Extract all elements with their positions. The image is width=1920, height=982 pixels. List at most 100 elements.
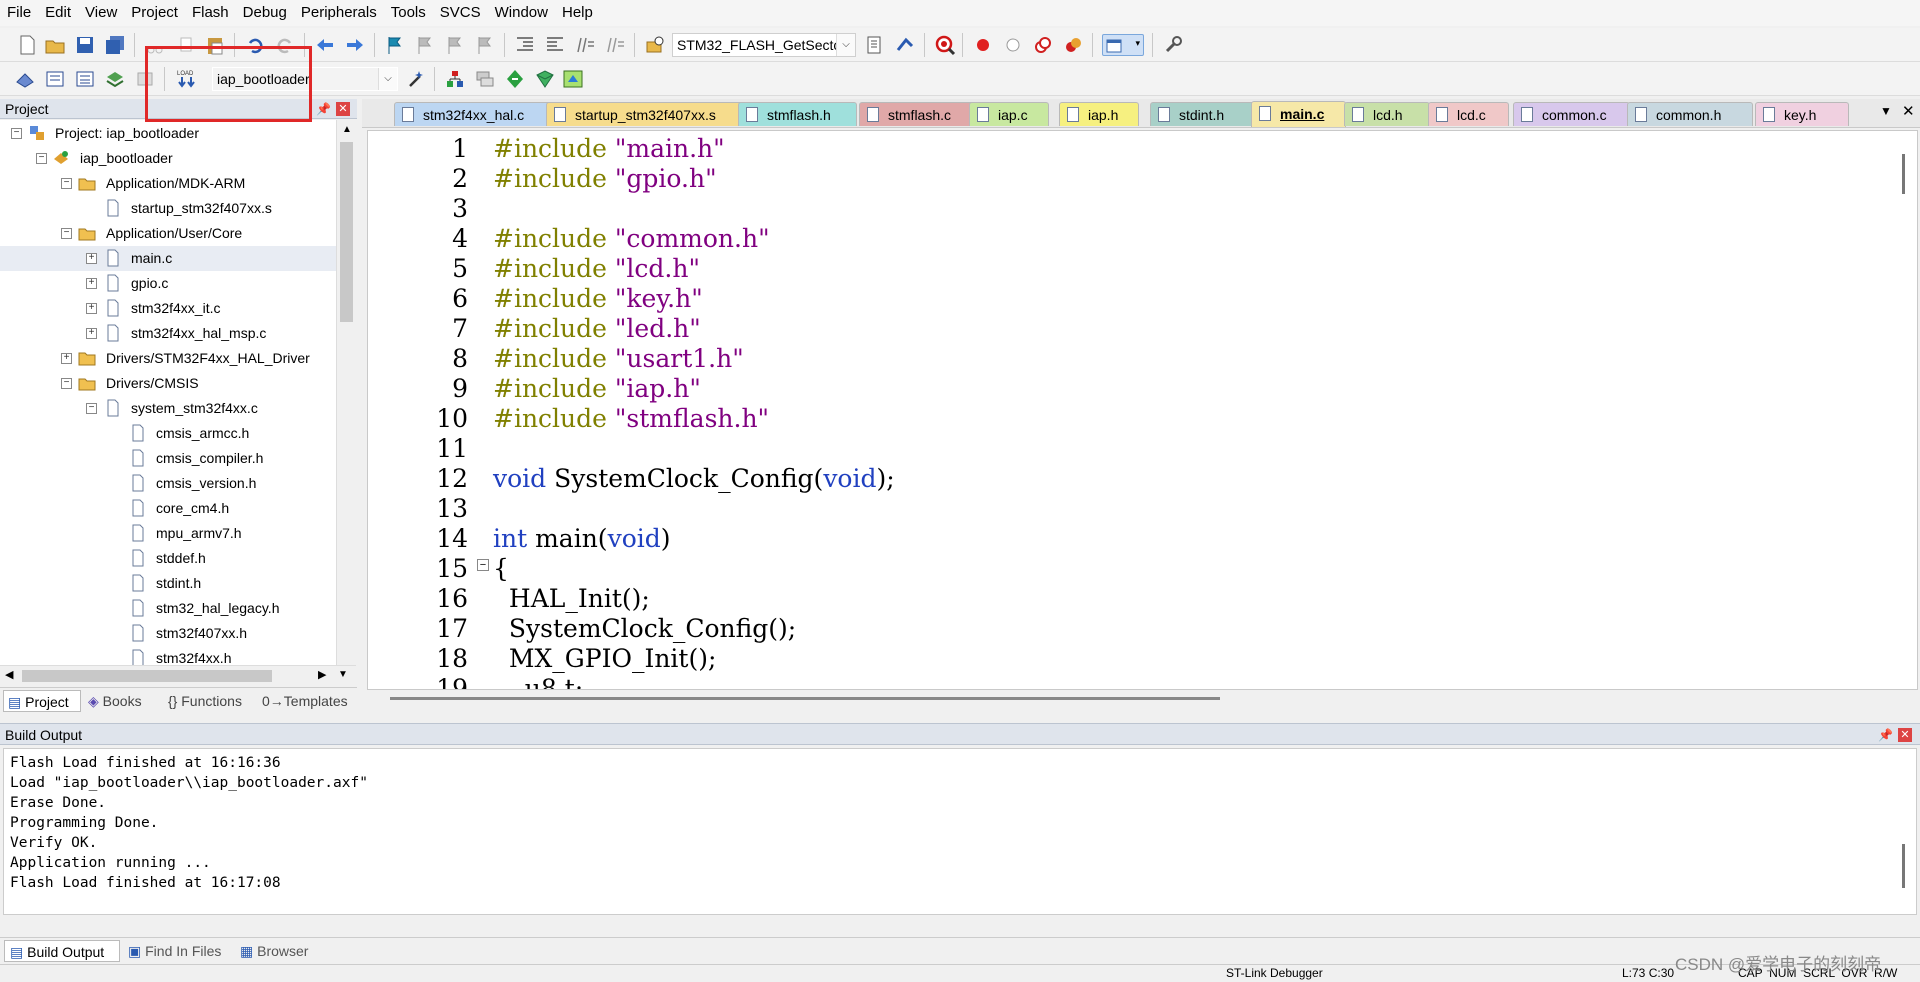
editor-tab[interactable]: iap.h (1059, 102, 1139, 126)
collapse-icon[interactable]: − (86, 403, 97, 414)
disable-all-breakpoints-icon[interactable] (1032, 34, 1054, 56)
code-editor[interactable]: 1 #include "main.h" 2 #include "gpio.h" 3 4 #i… (367, 130, 1918, 690)
tree-item-header[interactable]: core_cm4.h (0, 496, 336, 521)
tree-item-header[interactable]: cmsis_armcc.h (0, 421, 336, 446)
expand-icon[interactable]: + (86, 278, 97, 289)
save-all-button[interactable] (104, 34, 126, 56)
expand-icon[interactable]: + (86, 303, 97, 314)
configure-icon[interactable] (1162, 34, 1184, 56)
editor-tab[interactable]: startup_stm32f407xx.s (546, 102, 747, 126)
scroll-left-icon[interactable]: ◀ (5, 668, 13, 681)
tree-item-header[interactable]: stm32f4xx.h (0, 646, 336, 665)
pin-icon[interactable]: 📌 (1878, 724, 1893, 746)
collapse-icon[interactable]: − (61, 228, 72, 239)
translate-icon[interactable] (14, 68, 36, 90)
menu-tools[interactable]: Tools (384, 0, 433, 26)
editor-tab[interactable]: common.h (1627, 102, 1753, 126)
close-icon[interactable]: ✕ (1898, 728, 1912, 742)
software-packs-icon[interactable] (562, 68, 584, 90)
bookmark-next-icon[interactable] (444, 34, 466, 56)
expand-icon[interactable]: + (86, 253, 97, 264)
tree-item-header[interactable]: mpu_armv7.h (0, 521, 336, 546)
tree-item-header[interactable]: stm32_hal_legacy.h (0, 596, 336, 621)
tree-item-group-cmsis[interactable]: − Drivers/CMSIS (0, 371, 336, 396)
pack-installer-icon[interactable] (504, 68, 526, 90)
tab-books[interactable]: ◈ Books (88, 690, 142, 712)
menu-svcs[interactable]: SVCS (433, 0, 488, 26)
insert-breakpoint-icon[interactable] (972, 34, 994, 56)
open-file-button[interactable] (44, 34, 66, 56)
menu-window[interactable]: Window (488, 0, 555, 26)
tree-item-header[interactable]: cmsis_compiler.h (0, 446, 336, 471)
expand-icon[interactable]: + (61, 353, 72, 364)
navigate-back-icon[interactable] (314, 34, 336, 56)
scrollbar-thumb[interactable] (22, 670, 272, 682)
collapse-icon[interactable]: − (61, 378, 72, 389)
tree-item-header[interactable]: stm32f407xx.h (0, 621, 336, 646)
build-output-text[interactable]: Flash Load finished at 16:16:36 Load "ia… (3, 748, 1917, 915)
scrollbar-thumb[interactable] (1902, 844, 1905, 888)
bookmark-clear-icon[interactable] (474, 34, 496, 56)
comment-icon[interactable] (574, 34, 596, 56)
new-file-button[interactable] (16, 34, 38, 56)
start-debug-icon[interactable] (934, 34, 956, 56)
editor-tab[interactable]: lcd.h (1344, 102, 1430, 126)
tab-project[interactable]: ▤ Project (3, 690, 81, 712)
close-icon[interactable]: ✕ (1902, 102, 1915, 120)
tree-item-header[interactable]: stdint.h (0, 571, 336, 596)
editor-tab[interactable]: key.h (1755, 102, 1849, 126)
build-icon[interactable] (44, 68, 66, 90)
tab-build-output[interactable]: ▤ Build Output (4, 940, 120, 962)
tree-item-group-core[interactable]: − Application/User/Core (0, 221, 336, 246)
tab-browser[interactable]: ▦ Browser (240, 940, 308, 962)
tree-item-header[interactable]: cmsis_version.h (0, 471, 336, 496)
kill-all-breakpoints-icon[interactable] (1062, 34, 1084, 56)
tab-list-dropdown-icon[interactable]: ▼ (1880, 104, 1892, 118)
tab-templates[interactable]: 0→Templates (262, 690, 348, 712)
editor-tab[interactable]: iap.c (969, 102, 1049, 126)
scrollbar-thumb[interactable] (1902, 154, 1905, 194)
tree-item-file[interactable]: + stm32f4xx_it.c (0, 296, 336, 321)
menu-edit[interactable]: Edit (38, 0, 78, 26)
project-tree-horizontal-scrollbar[interactable]: ◀ ▶ ▼ (0, 665, 356, 686)
editor-horizontal-scrollbar[interactable] (390, 695, 1790, 701)
manage-project-items-icon[interactable] (444, 68, 466, 90)
menu-project[interactable]: Project (124, 0, 185, 26)
tree-item-file[interactable]: startup_stm32f407xx.s (0, 196, 336, 221)
close-icon[interactable]: ✕ (336, 102, 350, 116)
editor-tab[interactable]: stmflash.h (738, 102, 857, 126)
pin-icon[interactable]: 📌 (316, 99, 331, 119)
indent-icon[interactable] (514, 34, 536, 56)
navigate-forward-icon[interactable] (344, 34, 366, 56)
chevron-down-icon[interactable]: ⌵ (378, 68, 397, 90)
select-packs-icon[interactable] (474, 68, 496, 90)
tree-item-file-selected[interactable]: + main.c (0, 246, 336, 271)
editor-tab[interactable]: lcd.c (1428, 102, 1509, 126)
tab-functions[interactable]: {} Functions (168, 690, 242, 712)
incremental-find-icon[interactable] (864, 34, 886, 56)
editor-tab-active[interactable]: main.c (1251, 101, 1346, 127)
project-tree-vertical-scrollbar[interactable]: ▲ (336, 120, 357, 665)
menu-help[interactable]: Help (555, 0, 600, 26)
save-button[interactable] (74, 34, 96, 56)
menu-debug[interactable]: Debug (236, 0, 294, 26)
menu-peripherals[interactable]: Peripherals (294, 0, 384, 26)
collapse-icon[interactable]: − (36, 153, 47, 164)
disable-breakpoint-icon[interactable] (1002, 34, 1024, 56)
bookmark-prev-icon[interactable] (414, 34, 436, 56)
find-in-files-icon[interactable] (644, 34, 666, 56)
menu-view[interactable]: View (78, 0, 124, 26)
editor-tab[interactable]: stm32f4xx_hal.c (394, 102, 565, 126)
editor-tab[interactable]: common.c (1513, 102, 1630, 126)
uncomment-icon[interactable] (604, 34, 626, 56)
collapse-icon[interactable]: − (11, 128, 22, 139)
menu-flash[interactable]: Flash (185, 0, 236, 26)
tree-item-target[interactable]: − iap_bootloader (0, 146, 336, 171)
tree-item-file[interactable]: + gpio.c (0, 271, 336, 296)
editor-tab[interactable]: stdint.h (1150, 102, 1256, 126)
batch-build-icon[interactable] (104, 68, 126, 90)
function-combo[interactable]: STM32_FLASH_GetSector ⌵ (672, 33, 856, 57)
debug-session-icon[interactable] (894, 34, 916, 56)
menu-file[interactable]: File (0, 0, 38, 26)
run-time-environment-icon[interactable] (534, 68, 556, 90)
